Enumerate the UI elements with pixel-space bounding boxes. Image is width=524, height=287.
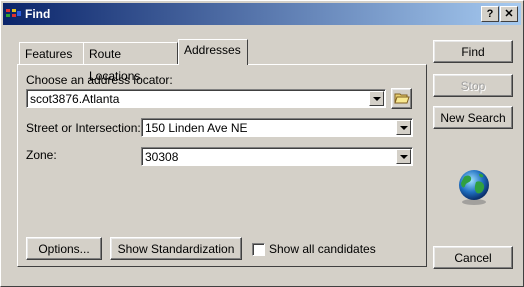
globe-icon bbox=[459, 170, 489, 205]
browse-locator-button[interactable] bbox=[391, 88, 412, 109]
street-label: Street or Intersection: bbox=[26, 121, 141, 135]
cancel-button[interactable]: Cancel bbox=[433, 246, 513, 269]
address-locator-value: scot3876.Atlanta bbox=[30, 92, 120, 106]
show-all-candidates-label: Show all candidates bbox=[269, 242, 376, 256]
show-all-candidates-checkbox[interactable] bbox=[252, 243, 265, 256]
zone-input[interactable]: 30308 bbox=[141, 147, 413, 166]
tab-features[interactable]: Features bbox=[19, 42, 85, 64]
find-app-icon bbox=[6, 9, 21, 17]
new-search-button[interactable]: New Search bbox=[433, 106, 513, 129]
street-input[interactable]: 150 Linden Ave NE bbox=[141, 118, 413, 137]
address-locator-select[interactable]: scot3876.Atlanta bbox=[26, 89, 386, 108]
chevron-down-icon[interactable] bbox=[369, 91, 384, 106]
options-button[interactable]: Options... bbox=[26, 237, 102, 260]
chevron-down-icon[interactable] bbox=[396, 149, 411, 164]
title-bar[interactable]: Find ? ✕ bbox=[3, 3, 521, 25]
close-button[interactable]: ✕ bbox=[500, 6, 518, 22]
address-locator-label: Choose an address locator: bbox=[26, 73, 173, 87]
window-title: Find bbox=[25, 7, 51, 21]
zone-label: Zone: bbox=[26, 148, 57, 162]
street-value: 150 Linden Ave NE bbox=[145, 121, 248, 135]
tab-addresses[interactable]: Addresses bbox=[178, 39, 248, 65]
open-folder-icon bbox=[393, 93, 410, 104]
zone-value: 30308 bbox=[145, 150, 179, 164]
chevron-down-icon[interactable] bbox=[396, 120, 411, 135]
tab-route-locations[interactable]: Route Locations bbox=[83, 42, 178, 83]
show-standardization-button[interactable]: Show Standardization bbox=[110, 237, 242, 260]
find-dialog: Find ? ✕ Features Route Locations Addres… bbox=[0, 0, 524, 287]
find-button[interactable]: Find bbox=[433, 40, 513, 63]
help-button[interactable]: ? bbox=[481, 6, 499, 22]
stop-button[interactable]: Stop bbox=[433, 74, 513, 97]
